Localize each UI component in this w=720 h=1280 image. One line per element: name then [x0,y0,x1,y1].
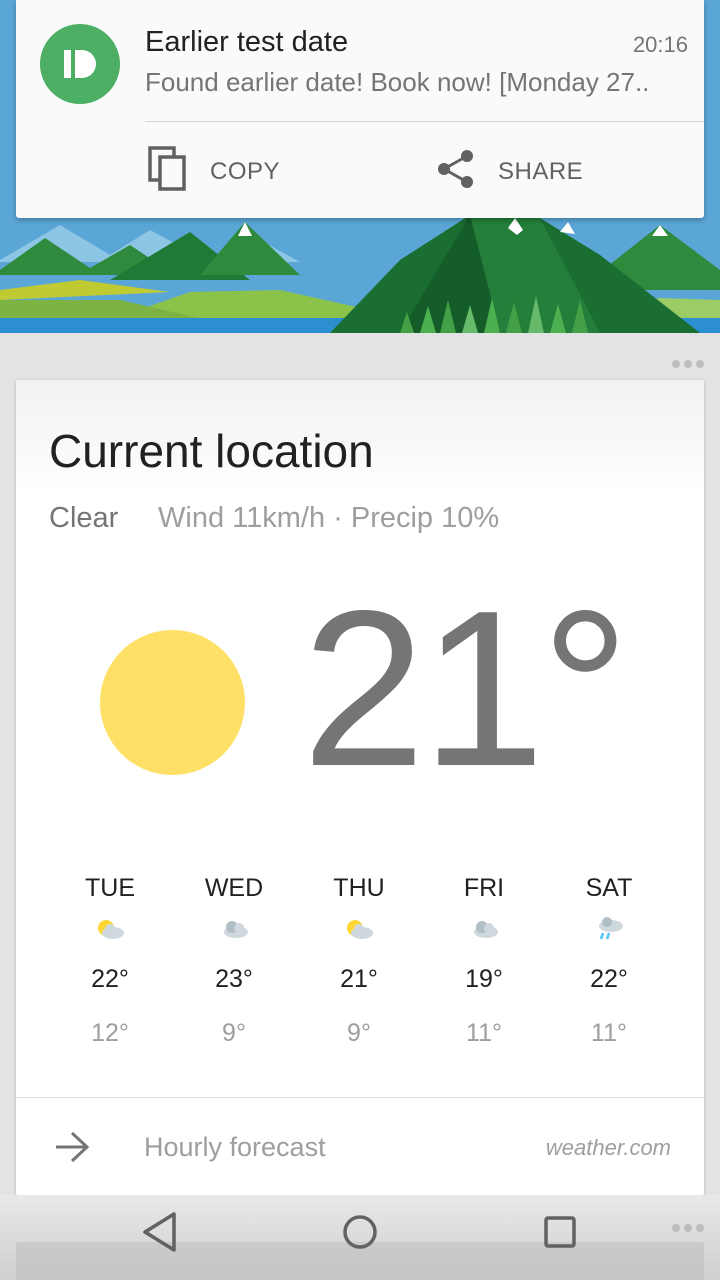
notification-time: 20:16 [632,32,688,57]
cloudy-icon [172,906,296,952]
card-overflow-menu-icon[interactable] [672,360,704,368]
partly-sunny-icon [297,906,421,952]
forecast-low: 9° [222,1019,246,1047]
forecast-day-name: FRI [463,874,505,902]
share-button[interactable]: SHARE [436,148,583,196]
forecast-day-name: SAT [585,874,633,902]
notification-text: Found earlier date! Book now! [Monday 27… [145,67,650,97]
forecast-low: 12° [91,1019,129,1047]
arrow-right-icon[interactable] [54,1130,90,1169]
copy-icon [148,145,188,199]
recents-icon[interactable] [540,1210,580,1259]
weather-source-link[interactable]: weather.com [546,1135,671,1161]
forecast-day: WED 23° 9° [172,870,296,1060]
partly-sunny-icon [48,906,172,952]
hourly-forecast-link[interactable]: Hourly forecast [144,1132,326,1163]
forecast-low: 11° [466,1019,502,1047]
current-temperature: 21° [302,565,630,813]
weather-condition: Clear [49,502,119,534]
weather-details: Wind 11km/h · Precip 10% [158,502,500,534]
notification-card[interactable]: Earlier test date 20:16 Found earlier da… [16,0,704,218]
overflow-menu-icon[interactable] [672,1224,704,1232]
notification-divider [145,121,704,122]
copy-button[interactable]: COPY [148,145,281,199]
copy-label: COPY [210,158,281,185]
forecast-day: SAT 22° 11° [547,870,671,1060]
forecast-high: 22° [590,965,628,993]
share-icon [436,148,476,197]
forecast-low: 9° [347,1019,371,1047]
forecast-low: 11° [591,1019,627,1047]
pushbullet-icon [40,24,120,104]
location-title: Current location [49,425,374,477]
cloudy-icon [422,906,546,952]
back-icon[interactable] [140,1210,180,1259]
forecast-high: 21° [340,965,378,993]
forecast-day-name: THU [333,874,385,902]
forecast-high: 23° [215,965,253,993]
forecast-high: 19° [465,965,503,993]
share-label: SHARE [498,158,584,185]
card-divider [16,1097,704,1098]
forecast-day-name: WED [204,874,264,902]
sun-icon [100,630,245,775]
forecast-day: FRI 19° 11° [422,870,546,1060]
home-icon[interactable] [340,1210,380,1259]
forecast-day: TUE 22° 12° [48,870,172,1060]
weather-card[interactable]: Current location Clear Wind 11km/h · Pre… [16,380,704,1195]
notification-title: Earlier test date [145,26,349,58]
forecast-high: 22° [91,965,129,993]
rain-icon [547,906,671,952]
forecast-day: THU 21° 9° [297,870,421,1060]
forecast-day-name: TUE [85,874,135,902]
